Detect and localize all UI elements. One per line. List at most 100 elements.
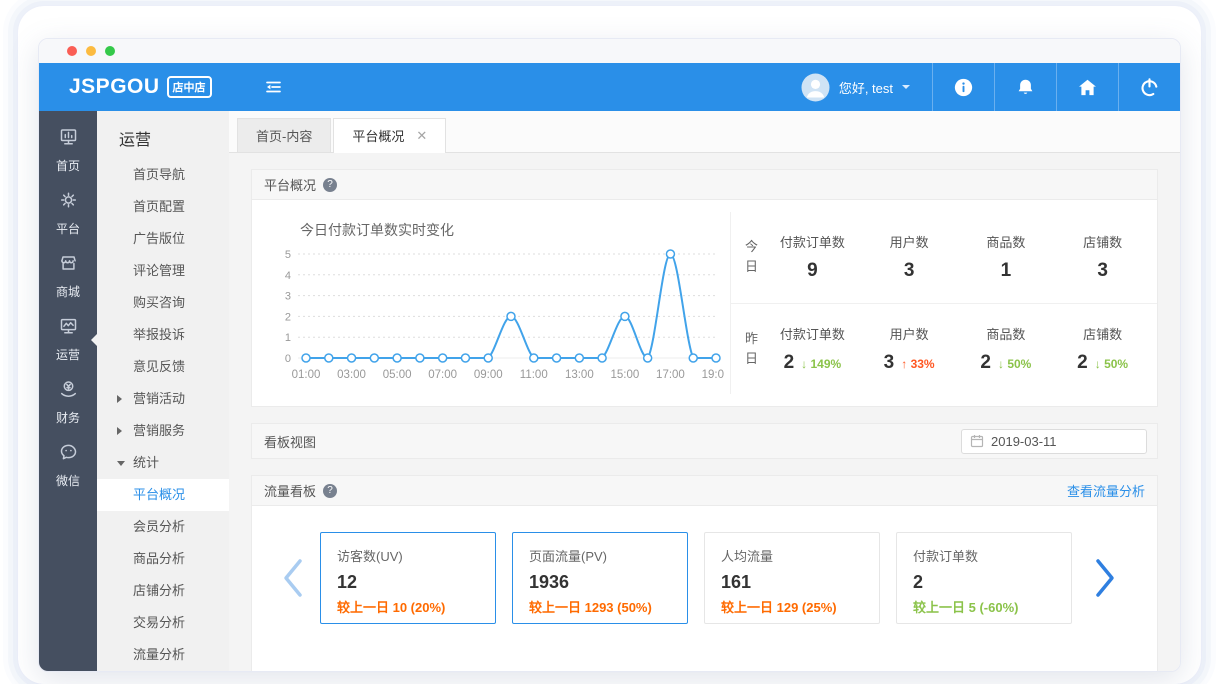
traffic-card-人均流量[interactable]: 人均流量 161 较上一日 129 (25%) <box>704 532 880 624</box>
overview-panel-header: 平台概况 <box>252 170 1157 200</box>
submenu-item-意见反馈[interactable]: 意见反馈 <box>97 351 229 383</box>
stat-付款订单数: 付款订单数 9 <box>764 232 861 282</box>
info-icon[interactable] <box>932 63 994 111</box>
submenu-item-评论管理[interactable]: 评论管理 <box>97 255 229 287</box>
stat-value-wrap: 2 ↓ 50% <box>958 352 1055 374</box>
submenu-item-label: 意见反馈 <box>133 359 186 374</box>
sidebar-item-商城[interactable]: 商城 <box>39 245 97 308</box>
svg-text:03:00: 03:00 <box>337 369 366 381</box>
view-traffic-analysis-link[interactable]: 查看流量分析 <box>1067 481 1145 500</box>
traffic-card-付款订单数[interactable]: 付款订单数 2 较上一日 5 (-60%) <box>896 532 1072 624</box>
svg-text:4: 4 <box>285 270 291 282</box>
sidebar-item-label: 首页 <box>55 159 80 173</box>
svg-text:3: 3 <box>285 291 291 303</box>
svg-text:13:00: 13:00 <box>565 369 594 381</box>
trend-down-arrow: ↓ 50% <box>1094 356 1129 371</box>
svg-text:0: 0 <box>285 353 291 365</box>
sidebar-item-平台[interactable]: 平台 <box>39 182 97 245</box>
submenu-item-广告版位[interactable]: 广告版位 <box>97 223 229 255</box>
help-icon[interactable] <box>323 177 338 192</box>
submenu-item-首页配置[interactable]: 首页配置 <box>97 191 229 223</box>
submenu-item-流量分析[interactable]: 流量分析 <box>97 639 229 671</box>
submenu-item-label: 会员分析 <box>133 519 186 534</box>
main-content: 平台概况 今日付款订单数实时变化 01234501:0003:0005:0007… <box>229 153 1180 671</box>
carousel-next-icon[interactable] <box>1094 558 1116 598</box>
submenu-item-label: 流量分析 <box>133 647 186 662</box>
traffic-card-访客数(UV)[interactable]: 访客数(UV) 12 较上一日 10 (20%) <box>320 532 496 624</box>
traffic-panel-title: 流量看板 <box>264 484 317 499</box>
user-menu[interactable]: 您好, test <box>779 63 932 111</box>
submenu-item-会员分析[interactable]: 会员分析 <box>97 511 229 543</box>
stat-value-wrap: 3 <box>861 260 958 282</box>
header-actions: 您好, test <box>779 63 1180 111</box>
card-delta: 较上一日 1293 (50%) <box>529 600 652 615</box>
svg-text:1: 1 <box>285 332 291 344</box>
triangle-right-icon <box>117 427 126 435</box>
traffic-card-页面流量(PV)[interactable]: 页面流量(PV) 1936 较上一日 1293 (50%) <box>512 532 688 624</box>
svg-text:01:00: 01:00 <box>292 369 321 381</box>
home-icon[interactable] <box>1056 63 1118 111</box>
carousel-prev-icon[interactable] <box>282 558 304 598</box>
stat-value: 2 <box>783 351 795 373</box>
sidebar-item-首页[interactable]: 首页 <box>39 119 97 182</box>
submenu-item-label: 举报投诉 <box>133 327 186 342</box>
app-header: JSPGOU 店中店 您好, test <box>39 63 1180 111</box>
tab-首页-内容[interactable]: 首页-内容 <box>237 118 332 152</box>
submenu-item-交易分析[interactable]: 交易分析 <box>97 607 229 639</box>
sidebar-item-运营[interactable]: 运营 <box>39 308 97 371</box>
tab-平台概况[interactable]: 平台概况 <box>333 118 447 153</box>
stat-value-wrap: 9 <box>764 260 861 282</box>
date-picker[interactable]: 2019-03-11 <box>961 428 1147 454</box>
menu-fold-icon[interactable] <box>264 78 283 96</box>
stat-value: 3 <box>903 260 915 282</box>
sidebar-item-财务[interactable]: 财务 <box>39 371 97 434</box>
submenu-item-平台概况[interactable]: 平台概况 <box>97 479 229 511</box>
submenu-title: 运营 <box>119 132 152 149</box>
card-delta: 较上一日 5 (-60%) <box>913 600 1019 615</box>
traffic-cards-row: 访客数(UV) 12 较上一日 10 (20%) 页面流量(PV) 1936 较上… <box>252 506 1157 671</box>
card-value: 2 <box>913 572 924 592</box>
window-minimize-dot[interactable] <box>86 46 96 56</box>
submenu-item-label: 营销活动 <box>133 391 186 406</box>
submenu-item-营销活动[interactable]: 营销活动 <box>97 383 229 415</box>
submenu-item-首页导航[interactable]: 首页导航 <box>97 159 229 191</box>
svg-text:09:00: 09:00 <box>474 369 503 381</box>
greeting-text: 您好, test <box>838 80 893 96</box>
svg-text:11:00: 11:00 <box>520 369 548 381</box>
svg-text:17:00: 17:00 <box>656 369 685 381</box>
primary-sidebar: 首页 平台 商城 运营 财务 微信 <box>39 111 97 671</box>
tab-label: 平台概况 <box>352 129 405 144</box>
trend-up-arrow: ↑ 33% <box>901 356 935 371</box>
stat-商品数: 商品数 1 <box>958 232 1055 282</box>
chart-title: 今日付款订单数实时变化 <box>300 222 454 238</box>
svg-text:15:00: 15:00 <box>610 369 639 381</box>
submenu-item-商品分析[interactable]: 商品分析 <box>97 543 229 575</box>
submenu-item-购买咨询[interactable]: 购买咨询 <box>97 287 229 319</box>
window-close-dot[interactable] <box>67 46 77 56</box>
overview-panel-title: 平台概况 <box>264 178 317 193</box>
stat-label: 用户数 <box>889 235 929 251</box>
submenu-item-统计[interactable]: 统计 <box>97 447 229 479</box>
power-icon[interactable] <box>1118 63 1180 111</box>
chevron-down-icon <box>902 85 910 93</box>
tab-label: 首页-内容 <box>256 129 313 144</box>
svg-text:5: 5 <box>285 249 291 261</box>
card-label: 人均流量 <box>721 549 774 564</box>
submenu-item-店铺分析[interactable]: 店铺分析 <box>97 575 229 607</box>
stat-value-wrap: 3 ↑ 33% <box>861 352 958 374</box>
help-icon[interactable] <box>323 483 338 498</box>
card-value: 1936 <box>529 572 570 592</box>
overview-panel: 平台概况 今日付款订单数实时变化 0 1 2 3 4 5 01:00 03:00 05:00 07… <box>251 169 1158 407</box>
card-label: 页面流量(PV) <box>529 549 608 564</box>
close-icon[interactable] <box>416 128 427 144</box>
traffic-panel-header: 流量看板 查看流量分析 <box>252 476 1157 506</box>
submenu-item-营销服务[interactable]: 营销服务 <box>97 415 229 447</box>
bell-icon[interactable] <box>994 63 1056 111</box>
stat-label: 店铺数 <box>1083 235 1123 251</box>
window-maximize-dot[interactable] <box>105 46 115 56</box>
sidebar-item-微信[interactable]: 微信 <box>39 434 97 497</box>
card-value: 161 <box>721 572 752 592</box>
stat-付款订单数: 付款订单数 2 ↓ 149% <box>764 324 861 374</box>
submenu-item-举报投诉[interactable]: 举报投诉 <box>97 319 229 351</box>
stat-value: 3 <box>1097 260 1108 282</box>
